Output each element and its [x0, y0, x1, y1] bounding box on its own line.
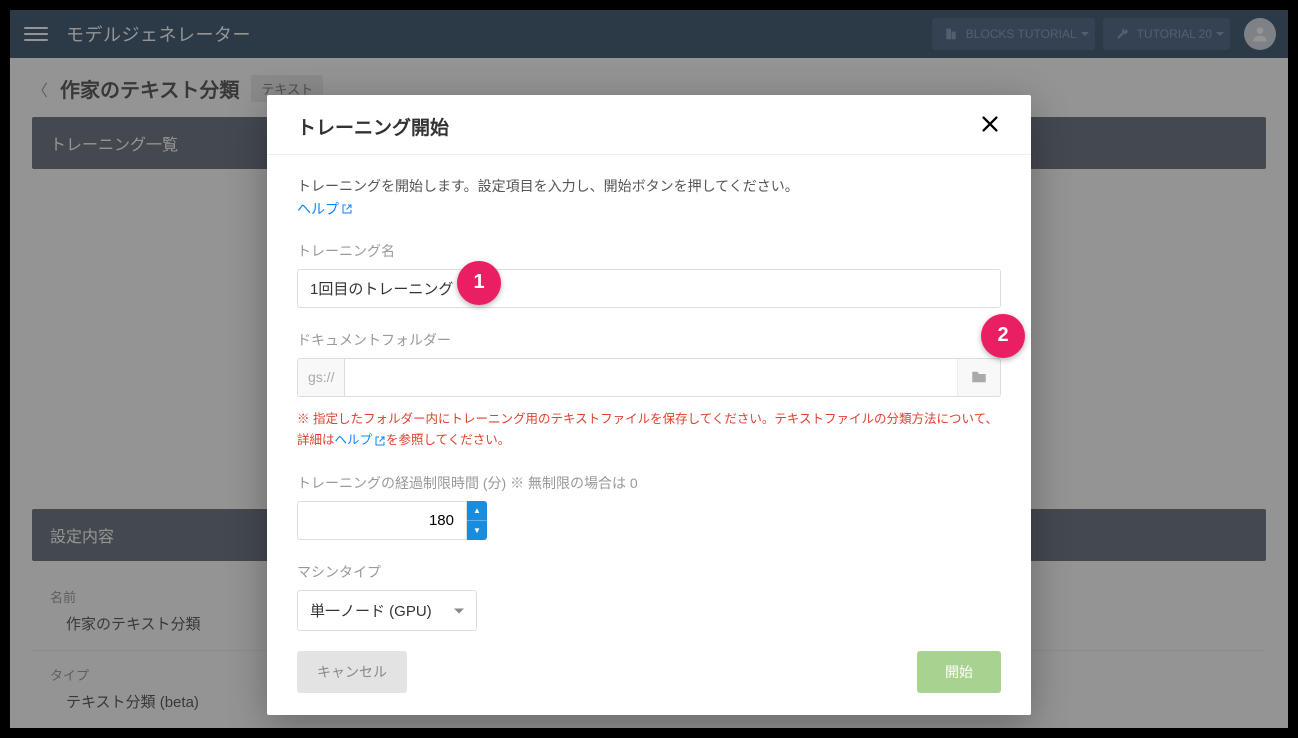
spinner-down-button[interactable]: ▼: [467, 520, 487, 540]
close-button[interactable]: [979, 113, 1001, 140]
folder-note-link-label: ヘルプ: [335, 430, 373, 451]
modal-body: トレーニングを開始します。設定項目を入力し、開始ボタンを押してください。 ヘルプ…: [267, 155, 1031, 637]
start-button[interactable]: 開始: [917, 651, 1001, 693]
close-icon: [979, 113, 1001, 135]
modal-header: トレーニング開始: [267, 95, 1031, 155]
help-link-label: ヘルプ: [297, 199, 339, 219]
cancel-button[interactable]: キャンセル: [297, 651, 407, 693]
folder-prefix: gs://: [298, 359, 345, 396]
document-folder-input[interactable]: [345, 359, 957, 396]
modal-footer: キャンセル 開始: [267, 637, 1031, 715]
training-name-input[interactable]: [297, 269, 1001, 308]
callout-1: 1: [457, 261, 501, 305]
external-link-icon: [341, 203, 353, 215]
folder-note: ※ 指定したフォルダー内にトレーニング用のテキストファイルを保存してください。テ…: [297, 409, 1001, 452]
machine-type-label: マシンタイプ: [297, 562, 1001, 582]
time-limit-group: ▲ ▼: [297, 501, 1001, 540]
folder-icon: [970, 368, 988, 386]
time-limit-spinner: ▲ ▼: [467, 501, 487, 540]
external-link-icon: [374, 435, 386, 447]
help-link[interactable]: ヘルプ: [297, 199, 353, 219]
document-folder-label: ドキュメントフォルダー: [297, 330, 1001, 350]
training-name-label: トレーニング名: [297, 241, 1001, 261]
folder-note-help-link[interactable]: ヘルプ: [335, 430, 387, 451]
time-limit-label: トレーニングの経過制限時間 (分) ※ 無制限の場合は 0: [297, 473, 1001, 493]
spinner-up-button[interactable]: ▲: [467, 501, 487, 520]
modal-overlay: トレーニング開始 トレーニングを開始します。設定項目を入力し、開始ボタンを押して…: [10, 10, 1288, 728]
training-start-modal: トレーニング開始 トレーニングを開始します。設定項目を入力し、開始ボタンを押して…: [267, 95, 1031, 715]
folder-note-post: を参照してください。: [386, 433, 510, 447]
browse-folder-button[interactable]: [957, 359, 1000, 396]
machine-type-select[interactable]: 単一ノード (GPU): [297, 590, 477, 631]
modal-title: トレーニング開始: [297, 113, 449, 140]
callout-2: 2: [981, 314, 1025, 358]
document-folder-input-group: gs://: [297, 358, 1001, 397]
time-limit-input[interactable]: [297, 501, 467, 540]
modal-description: トレーニングを開始します。設定項目を入力し、開始ボタンを押してください。: [297, 175, 1001, 199]
machine-type-value: 単一ノード (GPU): [310, 600, 432, 621]
